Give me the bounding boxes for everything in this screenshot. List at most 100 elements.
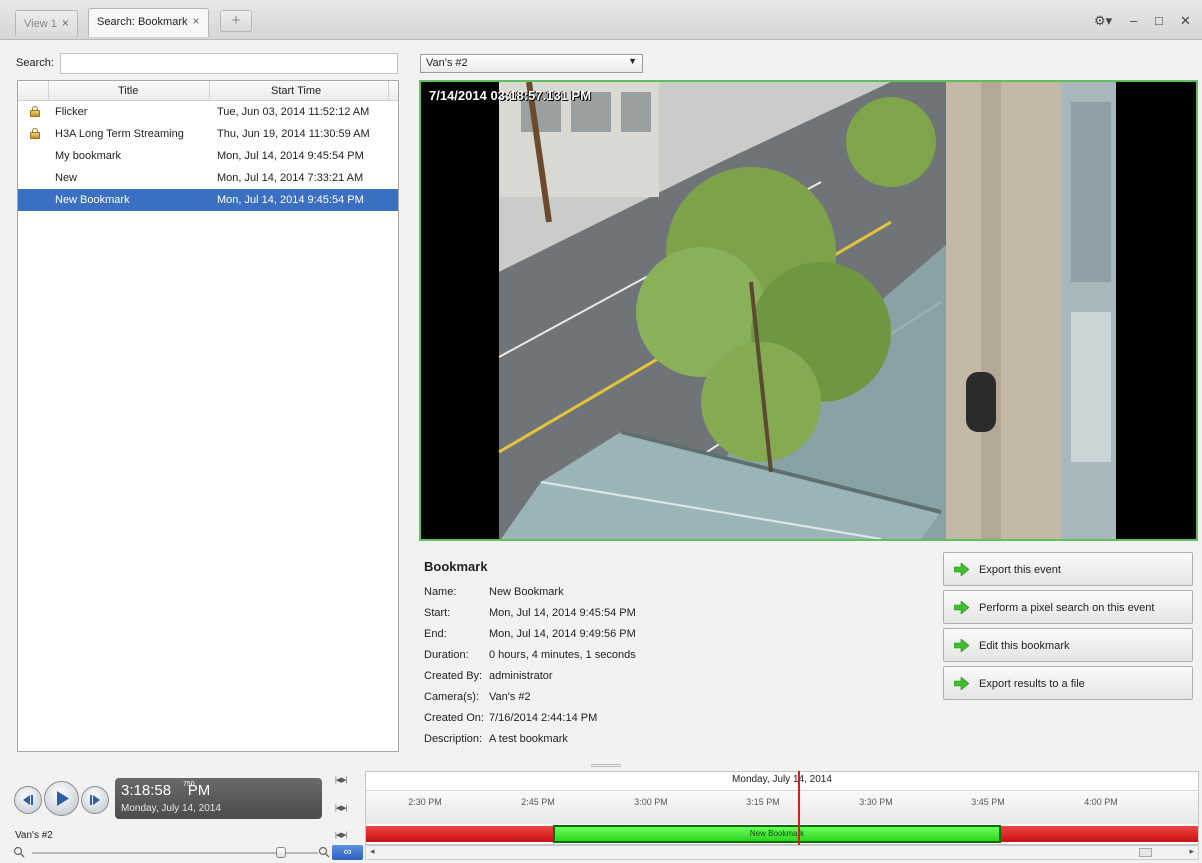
field-value-description: A test bookmark — [489, 733, 568, 745]
list-item[interactable]: New Mon, Jul 14, 2014 7:33:21 AM — [18, 167, 398, 189]
field-label-start: Start: — [424, 607, 451, 619]
bookmark-title: H3A Long Term Streaming — [55, 128, 184, 140]
list-item-selected[interactable]: New Bookmark Mon, Jul 14, 2014 9:45:54 P… — [18, 189, 398, 211]
column-divider — [209, 81, 210, 101]
field-value-name: New Bookmark — [489, 586, 564, 598]
jump-start-icon[interactable]: |◀ ▶| — [335, 776, 347, 784]
scroll-right-icon[interactable]: ▸ — [1189, 846, 1194, 857]
clock-date: Monday, July 14, 2014 — [121, 803, 221, 814]
minimize-icon[interactable]: – — [1130, 13, 1137, 28]
action-label: Edit this bookmark — [979, 640, 1070, 652]
export-results-button[interactable]: Export results to a file — [943, 666, 1193, 700]
step-back-icon — [23, 795, 33, 805]
video-timestamp: 7/14/2014 03:18:57.131 PM — [429, 88, 591, 103]
scroll-thumb[interactable] — [1139, 848, 1152, 857]
bookmark-start-time: Mon, Jul 14, 2014 9:45:54 PM — [217, 194, 364, 206]
camera-frame-image — [421, 82, 1196, 539]
column-header-title[interactable]: Title — [118, 85, 138, 97]
field-value-duration: 0 hours, 4 minutes, 1 seconds — [489, 649, 636, 661]
close-window-icon[interactable]: ✕ — [1180, 13, 1191, 29]
step-forward-button[interactable] — [81, 786, 109, 814]
timeline-tick: 4:00 PM — [1084, 797, 1118, 807]
timeline-tick: 3:30 PM — [859, 797, 893, 807]
list-item[interactable]: Flicker Tue, Jun 03, 2014 11:52:12 AM — [18, 101, 398, 123]
gear-icon[interactable]: ⚙▾ — [1094, 13, 1112, 29]
column-divider — [388, 81, 389, 101]
zoom-out-icon[interactable] — [13, 846, 25, 858]
video-player[interactable]: 7/14/2014 03:18:57.131 PM — [419, 80, 1198, 541]
close-icon[interactable]: × — [192, 14, 199, 28]
field-value-start: Mon, Jul 14, 2014 9:45:54 PM — [489, 607, 636, 619]
field-label-name: Name: — [424, 586, 457, 598]
play-icon — [57, 791, 69, 806]
timeline-tick: 3:15 PM — [746, 797, 780, 807]
tab-view-1[interactable]: View 1 × — [15, 10, 78, 36]
arrow-right-icon — [954, 677, 969, 690]
arrow-right-icon — [954, 639, 969, 652]
camera-name-label: Van's #2 — [15, 830, 53, 841]
panel-splitter[interactable] — [591, 764, 621, 767]
field-label-cameras: Camera(s): — [424, 691, 480, 703]
field-value-end: Mon, Jul 14, 2014 9:49:56 PM — [489, 628, 636, 640]
bookmark-title: My bookmark — [55, 150, 122, 162]
link-timeline-button[interactable]: ∞ — [332, 845, 363, 860]
bookmark-title: New — [55, 172, 78, 184]
field-value-created-by: administrator — [489, 670, 553, 682]
search-label: Search: — [16, 57, 54, 69]
lock-icon — [30, 106, 40, 117]
step-forward-icon — [90, 795, 100, 805]
action-label: Export results to a file — [979, 678, 1085, 690]
field-label-description: Description: — [424, 733, 483, 745]
lock-icon — [30, 128, 40, 139]
zoom-slider-thumb[interactable] — [276, 847, 286, 858]
arrow-right-icon — [954, 563, 969, 576]
camera-dropdown[interactable]: Van's #2 ▼ — [420, 54, 643, 73]
playhead-cursor[interactable] — [798, 771, 800, 845]
chevron-down-icon: ▼ — [628, 56, 637, 66]
bookmark-nav-icon[interactable]: |◀ ▶| — [335, 831, 347, 839]
add-tab-button[interactable]: + — [220, 10, 252, 32]
clock-milliseconds: 750 — [183, 781, 195, 788]
field-value-created-on: 7/16/2014 2:44:14 PM — [489, 712, 598, 724]
bookmark-list: Title Start Time Flicker Tue, Jun 03, 20… — [17, 80, 399, 752]
bookmark-heading: Bookmark — [424, 559, 488, 574]
field-label-end: End: — [424, 628, 447, 640]
action-label: Export this event — [979, 564, 1061, 576]
field-value-cameras: Van's #2 — [489, 691, 531, 703]
close-icon[interactable]: × — [62, 16, 69, 30]
search-input[interactable] — [60, 53, 398, 74]
timeline[interactable]: Monday, July 14, 2014 2:30 PM 2:45 PM 3:… — [365, 771, 1199, 845]
scroll-left-icon[interactable]: ◂ — [370, 846, 375, 857]
tab-label: Search: Bookmark — [97, 16, 188, 28]
tab-search-bookmark[interactable]: Search: Bookmark × — [88, 8, 209, 37]
timeline-date: Monday, July 14, 2014 — [732, 774, 832, 785]
step-back-button[interactable] — [14, 786, 42, 814]
timeline-ruler: 2:30 PM 2:45 PM 3:00 PM 3:15 PM 3:30 PM … — [366, 790, 1198, 824]
tab-bar: View 1 × Search: Bookmark × + ⚙▾ – □ ✕ — [0, 0, 1202, 40]
play-button[interactable] — [44, 781, 79, 816]
list-item[interactable]: H3A Long Term Streaming Thu, Jun 19, 201… — [18, 123, 398, 145]
timeline-tick: 2:45 PM — [521, 797, 555, 807]
timeline-tick: 3:00 PM — [634, 797, 668, 807]
bookmark-start-time: Mon, Jul 14, 2014 7:33:21 AM — [217, 172, 364, 184]
bookmark-start-time: Thu, Jun 19, 2014 11:30:59 AM — [217, 128, 370, 140]
column-header-start-time[interactable]: Start Time — [271, 85, 321, 97]
action-label: Perform a pixel search on this event — [979, 602, 1155, 614]
zoom-in-icon[interactable] — [318, 846, 330, 858]
camera-dropdown-value: Van's #2 — [426, 57, 468, 69]
pixel-search-button[interactable]: Perform a pixel search on this event — [943, 590, 1193, 624]
bookmark-segment[interactable]: New Bookmark — [553, 825, 1001, 843]
timeline-tick: 3:45 PM — [971, 797, 1005, 807]
timeline-scrollbar[interactable]: ◂ ▸ — [365, 845, 1199, 860]
bookmark-start-time: Tue, Jun 03, 2014 11:52:12 AM — [217, 106, 370, 118]
field-label-created-by: Created By: — [424, 670, 483, 682]
jump-end-icon[interactable]: |◀ ▶| — [335, 804, 347, 812]
export-event-button[interactable]: Export this event — [943, 552, 1193, 586]
edit-bookmark-button[interactable]: Edit this bookmark — [943, 628, 1193, 662]
arrow-right-icon — [954, 601, 969, 614]
list-item[interactable]: My bookmark Mon, Jul 14, 2014 9:45:54 PM — [18, 145, 398, 167]
maximize-icon[interactable]: □ — [1155, 13, 1163, 28]
list-header: Title Start Time — [18, 81, 398, 101]
tab-label: View 1 — [24, 18, 57, 30]
clock-time: 3:18:58 PM — [121, 782, 211, 799]
